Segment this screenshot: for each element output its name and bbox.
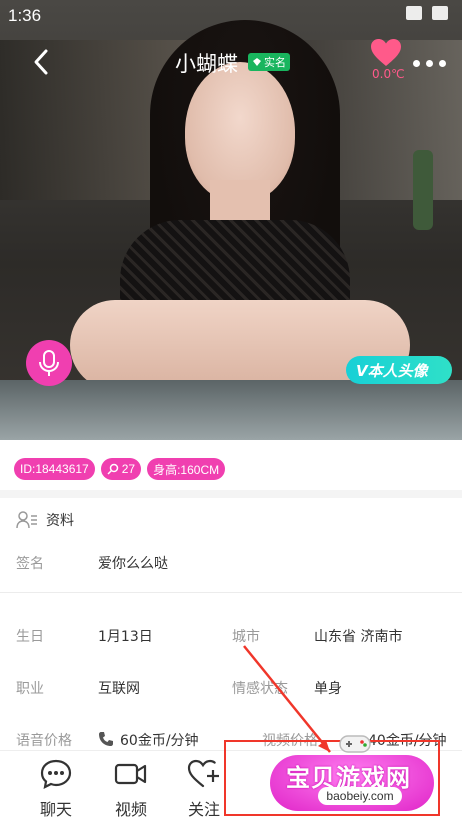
video-label: 视频 — [114, 800, 147, 819]
gamepad-icon — [339, 735, 371, 753]
tag-id-label: ID:18443617 — [20, 462, 89, 476]
signature-value: 爱你么么哒 — [98, 556, 168, 572]
job-label: 职业 — [16, 681, 44, 697]
chat-label: 聊天 — [39, 800, 72, 819]
divider — [0, 592, 462, 593]
phone-icon — [99, 732, 113, 746]
tag-list: ID:18443617 27 身高:160CM — [14, 458, 226, 480]
birthday-label: 生日 — [16, 629, 44, 645]
microphone-icon — [39, 350, 59, 376]
watermark-url: baobeiy.com — [318, 787, 402, 805]
relationship-label: 情感状态 — [232, 681, 288, 697]
photo-table — [0, 380, 462, 440]
back-arrow-icon[interactable] — [28, 48, 56, 76]
tag-age-label: 27 — [121, 462, 136, 476]
status-time: 1:36 — [8, 6, 42, 25]
voice-price-value: 60金币/分钟 — [120, 733, 199, 749]
photo-bottle — [413, 150, 433, 230]
profile-section-header: 资料 — [16, 510, 74, 530]
more-menu-icon[interactable] — [413, 60, 446, 67]
tag-age: 27 — [100, 458, 142, 480]
voice-intro-button[interactable] — [26, 340, 72, 386]
video-camera-icon — [114, 763, 147, 785]
status-icons — [406, 6, 448, 20]
chat-button[interactable]: 聊天 — [26, 758, 86, 820]
heart-value: 0.0℃ — [372, 67, 405, 81]
city-value: 山东省 济南市 — [314, 629, 403, 645]
chat-icon — [40, 759, 72, 789]
verified-label: 实名 — [264, 56, 286, 69]
heart-icon[interactable] — [370, 38, 402, 68]
profile-section-title: 资料 — [46, 513, 74, 529]
section-divider — [0, 490, 462, 498]
real-avatar-badge: V本人头像 — [346, 356, 452, 384]
page-title: 小蝴蝶 — [175, 52, 238, 76]
signature-label: 签名 — [16, 556, 44, 572]
tag-height-label: 身高:160CM — [153, 462, 220, 477]
video-button[interactable]: 视频 — [101, 758, 161, 820]
signal-icon — [406, 6, 422, 20]
profile-info-icon — [16, 511, 37, 529]
tag-height: 身高:160CM — [147, 458, 226, 480]
city-label: 城市 — [232, 629, 260, 645]
heart-plus-icon — [187, 759, 219, 788]
job-value: 互联网 — [98, 681, 140, 697]
birthday-value: 1月13日 — [98, 629, 153, 645]
diamond-icon — [253, 58, 261, 66]
battery-icon — [432, 6, 448, 20]
tag-id: ID:18443617 — [14, 458, 95, 480]
female-icon — [107, 463, 118, 475]
verified-badge: 实名 — [248, 53, 290, 71]
relationship-value: 单身 — [314, 681, 342, 697]
voice-price-label: 语音价格 — [16, 733, 72, 749]
